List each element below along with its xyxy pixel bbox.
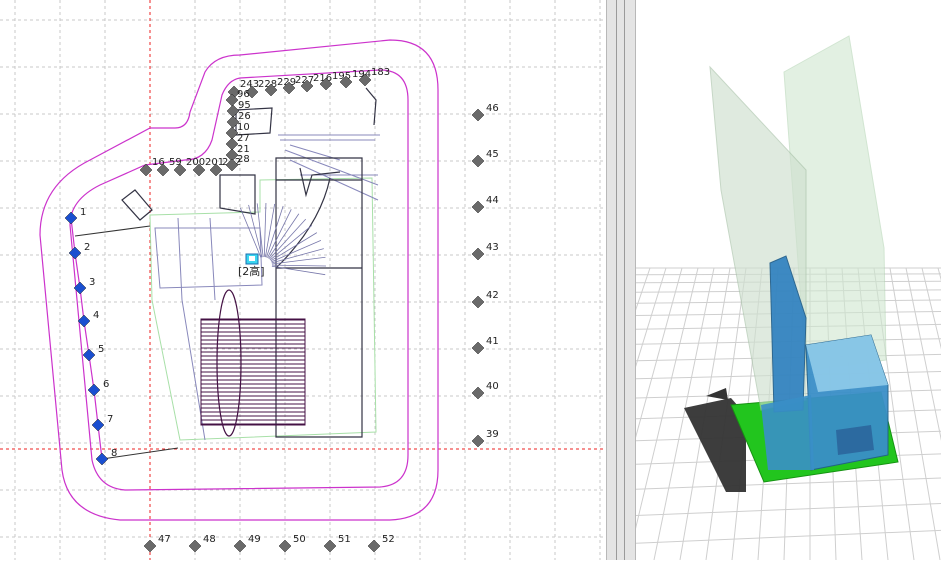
marker-label: 42 — [486, 290, 499, 301]
marker-label: 1 — [80, 207, 86, 218]
marker-icon — [471, 247, 485, 261]
left-point[interactable]: 6 — [87, 379, 109, 397]
bottom-point[interactable]: 49 — [233, 534, 261, 553]
floor-grid-line — [635, 477, 941, 490]
marker-label: 200 — [186, 157, 205, 168]
right-point[interactable]: 46 — [471, 103, 499, 122]
left-point[interactable]: 1 — [64, 207, 86, 225]
marker-icon — [87, 383, 101, 397]
marker-label: 5 — [98, 344, 104, 355]
marker-label: 95 — [238, 100, 251, 111]
plan-canvas[interactable]: 12345678464544434241403947 48 49 50 51 5216 59… — [0, 0, 606, 560]
marker-icon — [68, 246, 82, 260]
left-point[interactable]: 8 — [95, 448, 117, 466]
stair-line — [264, 203, 276, 258]
marker-icon — [82, 348, 96, 362]
blue-hatch — [836, 425, 874, 455]
marker-label: 28 — [237, 154, 250, 165]
marker-icon — [95, 452, 109, 466]
stair-line — [239, 207, 262, 258]
marker-icon — [471, 295, 485, 309]
marker-label: 96 — [237, 89, 250, 100]
marker-icon — [64, 211, 78, 225]
left-point[interactable]: 7 — [91, 414, 113, 432]
marker-icon — [323, 539, 337, 553]
marker-icon — [278, 539, 292, 553]
stair-line — [263, 203, 267, 258]
marker-icon — [143, 539, 157, 553]
left-point[interactable]: 4 — [77, 310, 99, 328]
level-marker-label: [2高] — [238, 264, 265, 278]
marker-label: 52 — [382, 534, 395, 545]
marker-label: 3 — [89, 277, 95, 288]
marker-label: 2 — [84, 242, 90, 253]
right-point[interactable]: 41 — [471, 336, 499, 355]
stair-line — [271, 264, 326, 267]
marker-label: 47 — [158, 534, 171, 545]
marker-label: 26 — [238, 111, 251, 122]
marker-icon — [91, 418, 105, 432]
marker-label: 27 — [237, 133, 250, 144]
marker-label: 48 — [203, 534, 216, 545]
marker-icon — [367, 539, 381, 553]
marker-label: 46 — [486, 103, 499, 114]
marker-label: 39 — [486, 429, 499, 440]
marker-icon — [471, 200, 485, 214]
blue-volume — [761, 395, 814, 470]
level-marker-icon[interactable] — [245, 253, 259, 265]
marker-label: 51 — [338, 534, 351, 545]
marker-icon — [471, 154, 485, 168]
splitter-line — [624, 0, 625, 560]
right-point[interactable]: 43 — [471, 242, 499, 261]
3d-view[interactable] — [367, 0, 941, 561]
floor-grid-line — [575, 267, 667, 561]
building-lines — [154, 134, 380, 441]
marker-label: 7 — [107, 414, 113, 425]
bottom-point[interactable]: 51 — [323, 534, 351, 553]
3d-canvas[interactable] — [367, 0, 941, 561]
tie-line — [74, 225, 151, 237]
right-point[interactable]: 42 — [471, 290, 499, 309]
marker-icon — [471, 434, 485, 448]
marker-label: 45 — [486, 149, 499, 160]
floor-grid-line — [635, 503, 941, 516]
marker-label: 44 — [486, 195, 499, 206]
left-point[interactable]: 5 — [82, 344, 104, 362]
marker-label: 10 — [237, 122, 250, 133]
curved-ramp — [216, 289, 242, 437]
marker-label: 43 — [486, 242, 499, 253]
left-point[interactable]: 3 — [73, 277, 95, 295]
bottom-point[interactable]: 47 — [143, 534, 171, 553]
stair-line — [269, 218, 307, 260]
marker-icon — [188, 539, 202, 553]
right-point[interactable]: 44 — [471, 195, 499, 214]
splitter-line — [616, 0, 617, 560]
marker-label: 40 — [486, 381, 499, 392]
plan-view[interactable]: 1 2 3 4 5 6 7 8 46 45 44 43 42 41 40 39 47 48 49 50 51 52 16 59… — [0, 0, 606, 560]
marker-label: 4 — [93, 310, 99, 321]
marker-label: 8 — [111, 448, 117, 459]
marker-icon — [471, 386, 485, 400]
marker-icon — [233, 539, 247, 553]
marker-icon — [471, 341, 485, 355]
marker-label: 6 — [103, 379, 109, 390]
marker-label: 49 — [248, 534, 261, 545]
marker-icon — [471, 108, 485, 122]
floor-grid-line — [601, 267, 683, 561]
marker-label: 183 — [371, 67, 390, 78]
right-point[interactable]: 45 — [471, 149, 499, 168]
right-point[interactable]: 39 — [471, 429, 499, 448]
marker-label: 50 — [293, 534, 306, 545]
marker-label: 41 — [486, 336, 499, 347]
splitter-bar[interactable] — [606, 0, 636, 560]
floor-grid-line — [635, 529, 941, 544]
